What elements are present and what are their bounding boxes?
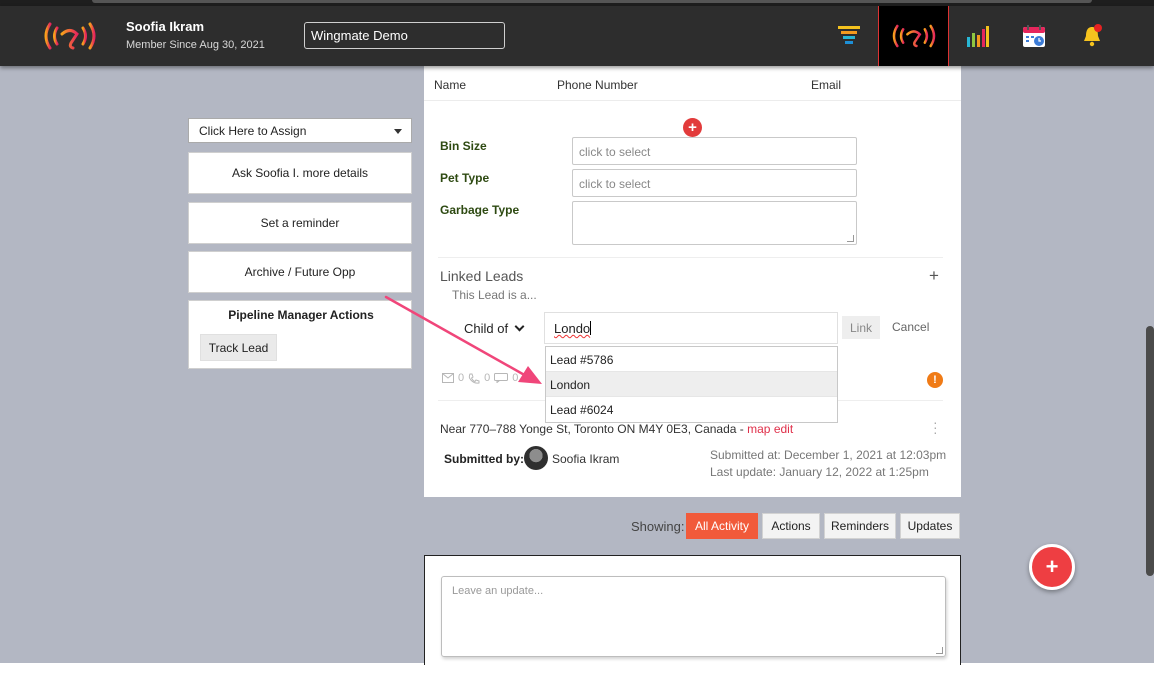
track-lead-button[interactable]: Track Lead — [200, 334, 277, 361]
user-name: Soofia Ikram — [126, 19, 205, 34]
add-contact-button[interactable]: + — [683, 118, 702, 137]
pet-type-input[interactable]: click to select — [572, 169, 857, 197]
assign-select[interactable]: Click Here to Assign — [188, 118, 412, 143]
divider — [438, 257, 943, 258]
call-count: 0 — [484, 372, 491, 384]
analytics-button[interactable] — [956, 6, 1000, 66]
update-panel: Leave an update... — [424, 555, 961, 665]
suggestion-item[interactable]: Lead #6024 — [546, 397, 837, 422]
bin-size-label: Bin Size — [440, 139, 487, 153]
contact-counts-row: 0 0 0 — [442, 372, 518, 384]
last-update: Last update: January 12, 2022 at 1:25pm — [710, 465, 929, 479]
sms-icon — [494, 373, 509, 383]
submitted-by-label: Submitted by: — [444, 452, 524, 466]
calendar-button[interactable] — [1012, 6, 1056, 66]
chevron-down-icon — [514, 321, 525, 331]
plus-icon: + — [1045, 554, 1059, 579]
lead-search-value: Londo — [554, 321, 591, 336]
more-options-icon[interactable]: · · · — [933, 415, 938, 439]
address-text: Near 770–788 Yonge St, Toronto ON M4Y 0E… — [440, 422, 744, 436]
link-button[interactable]: Link — [842, 316, 880, 339]
plus-icon: + — [688, 119, 697, 136]
add-linked-lead-button[interactable]: + — [929, 266, 939, 286]
edit-address-link[interactable]: edit — [774, 422, 793, 436]
submitted-at: Submitted at: December 1, 2021 at 12:03p… — [710, 448, 947, 462]
pipeline-actions-title: Pipeline Manager Actions — [228, 308, 374, 322]
linked-leads-title: Linked Leads — [440, 268, 524, 284]
avatar — [524, 446, 548, 470]
funnel-button[interactable] — [826, 6, 872, 66]
column-header-phone: Phone Number — [557, 78, 638, 92]
submitter-name: Soofia Ikram — [552, 452, 620, 466]
pet-type-label: Pet Type — [440, 171, 490, 185]
set-reminder-button[interactable]: Set a reminder — [188, 202, 412, 244]
caret-down-icon — [394, 129, 402, 134]
suggestion-item[interactable]: London — [546, 372, 837, 397]
assign-select-value: Click Here to Assign — [199, 124, 307, 138]
notifications-button[interactable] — [1070, 6, 1114, 66]
divider — [424, 100, 961, 101]
ask-details-button[interactable]: Ask Soofia I. more details — [188, 152, 412, 194]
filter-updates[interactable]: Updates — [900, 513, 960, 539]
garbage-type-label: Garbage Type — [440, 203, 520, 217]
map-link[interactable]: map — [747, 422, 770, 436]
bell-icon — [1084, 24, 1102, 47]
bin-size-input[interactable]: click to select — [572, 137, 857, 165]
sms-count: 0 — [512, 372, 519, 384]
garbage-type-textarea[interactable] — [572, 201, 857, 245]
column-header-email: Email — [811, 78, 842, 92]
lead-search-input[interactable]: Londo — [544, 312, 838, 344]
pipeline-actions-panel: Pipeline Manager Actions Track Lead — [188, 300, 412, 369]
suggestion-item[interactable]: Lead #5786 — [546, 347, 837, 372]
page-scrollbar[interactable] — [1146, 326, 1154, 576]
signal-broadcast-icon — [892, 24, 935, 48]
archive-button[interactable]: Archive / Future Opp — [188, 251, 412, 293]
bar-chart-icon — [967, 26, 989, 47]
update-textarea[interactable]: Leave an update... — [441, 576, 946, 657]
cancel-button[interactable]: Cancel — [892, 320, 929, 334]
filter-all-activity[interactable]: All Activity — [686, 513, 758, 539]
filter-actions[interactable]: Actions — [762, 513, 820, 539]
floating-add-button[interactable]: + — [1029, 544, 1075, 590]
update-placeholder: Leave an update... — [452, 585, 544, 597]
calendar-icon — [1023, 25, 1045, 47]
relation-select[interactable]: Child of — [448, 312, 544, 344]
signal-nav-button[interactable] — [878, 6, 949, 66]
lead-suggestions-dropdown: Lead #5786 London Lead #6024 — [545, 346, 838, 423]
phone-icon — [468, 373, 480, 384]
app-header: Soofia Ikram Member Since Aug 30, 2021 W… — [0, 6, 1154, 66]
relation-value: Child of — [464, 320, 509, 336]
member-since: Member Since Aug 30, 2021 — [126, 39, 265, 51]
linked-leads-subtitle: This Lead is a... — [452, 288, 537, 302]
signal-logo-icon[interactable] — [40, 18, 100, 54]
email-count: 0 — [458, 372, 465, 384]
browser-tab-strip — [92, 0, 1092, 3]
lead-card: Name Phone Number Email + Bin Size click… — [424, 66, 961, 497]
organization-input[interactable]: Wingmate Demo — [304, 22, 505, 49]
text-cursor — [590, 321, 592, 335]
column-header-name: Name — [434, 78, 467, 92]
showing-label: Showing: — [631, 519, 685, 534]
lead-address: Near 770–788 Yonge St, Toronto ON M4Y 0E… — [440, 422, 793, 436]
funnel-icon — [838, 26, 860, 44]
warning-icon[interactable]: ! — [927, 372, 943, 388]
envelope-icon — [442, 373, 454, 383]
resize-handle[interactable] — [847, 235, 854, 242]
filter-reminders[interactable]: Reminders — [824, 513, 896, 539]
resize-handle[interactable] — [936, 647, 943, 654]
